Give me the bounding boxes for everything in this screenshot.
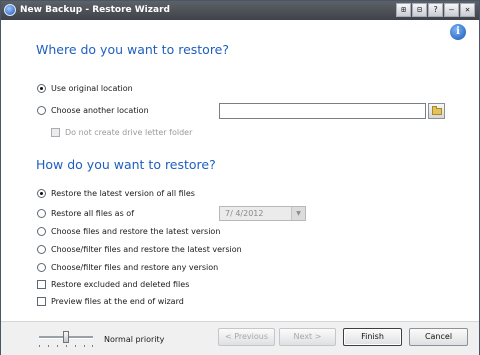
title-bar[interactable]: New Backup - Restore Wizard ⊞ ⊟ ? — ✕ bbox=[1, 1, 479, 20]
finish-button[interactable]: Finish bbox=[343, 328, 402, 346]
browse-folder-button[interactable] bbox=[428, 103, 445, 119]
priority-slider-ticks bbox=[39, 345, 93, 348]
choose-files-latest-radio[interactable] bbox=[37, 227, 46, 236]
filter-files-latest-radio[interactable] bbox=[37, 245, 46, 254]
priority-slider[interactable] bbox=[39, 331, 93, 347]
close-button[interactable]: ✕ bbox=[460, 3, 475, 17]
restore-latest-all-radio[interactable] bbox=[37, 189, 46, 198]
restore-layout-button[interactable]: ⊞ bbox=[396, 3, 411, 17]
restore-mode-heading: How do you want to restore? bbox=[36, 157, 216, 172]
app-logo-icon bbox=[4, 4, 16, 16]
restore-as-of-radio[interactable] bbox=[37, 209, 46, 218]
preview-files-label: Preview files at the end of wizard bbox=[51, 297, 184, 306]
restore-location-heading: Where do you want to restore? bbox=[36, 42, 230, 57]
title-help-button[interactable]: ? bbox=[428, 3, 443, 17]
no-drive-letter-folder-checkbox bbox=[51, 128, 60, 137]
restore-date-picker: 7/ 4/2012 ▼ bbox=[219, 206, 306, 221]
choose-files-latest-label: Choose files and restore the latest vers… bbox=[51, 227, 221, 236]
window-title: New Backup - Restore Wizard bbox=[20, 5, 170, 15]
choose-another-location-radio[interactable] bbox=[37, 106, 46, 115]
info-help-icon[interactable]: i bbox=[450, 24, 466, 40]
next-button[interactable]: Next > bbox=[279, 328, 336, 346]
minimize-button[interactable]: — bbox=[444, 3, 459, 17]
preview-files-checkbox[interactable] bbox=[37, 297, 46, 306]
wizard-footer: Normal priority < Previous Next > Finish… bbox=[1, 321, 479, 355]
filter-files-latest-label: Choose/filter files and restore the late… bbox=[51, 245, 242, 254]
use-original-location-radio[interactable] bbox=[37, 84, 46, 93]
filter-files-any-label: Choose/filter files and restore any vers… bbox=[51, 263, 219, 272]
restore-excluded-deleted-checkbox[interactable] bbox=[37, 280, 46, 289]
restore-wizard-window: New Backup - Restore Wizard ⊞ ⊟ ? — ✕ i … bbox=[0, 0, 480, 355]
restore-date-value: 7/ 4/2012 bbox=[225, 209, 264, 218]
layout-button[interactable]: ⊟ bbox=[412, 3, 427, 17]
filter-files-any-radio[interactable] bbox=[37, 263, 46, 272]
priority-label: Normal priority bbox=[104, 335, 165, 344]
restore-excluded-deleted-label: Restore excluded and deleted files bbox=[51, 280, 190, 289]
location-path-input[interactable] bbox=[219, 103, 426, 119]
no-drive-letter-folder-label: Do not create drive letter folder bbox=[65, 128, 193, 137]
previous-button[interactable]: < Previous bbox=[218, 328, 275, 346]
priority-slider-thumb[interactable] bbox=[63, 331, 69, 343]
chevron-down-icon: ▼ bbox=[291, 207, 305, 220]
folder-icon bbox=[432, 106, 442, 115]
restore-latest-all-label: Restore the latest version of all files bbox=[51, 189, 195, 198]
cancel-button[interactable]: Cancel bbox=[409, 328, 468, 346]
use-original-location-label: Use original location bbox=[51, 84, 133, 93]
choose-another-location-label: Choose another location bbox=[51, 106, 149, 115]
restore-as-of-label: Restore all files as of bbox=[51, 209, 135, 218]
